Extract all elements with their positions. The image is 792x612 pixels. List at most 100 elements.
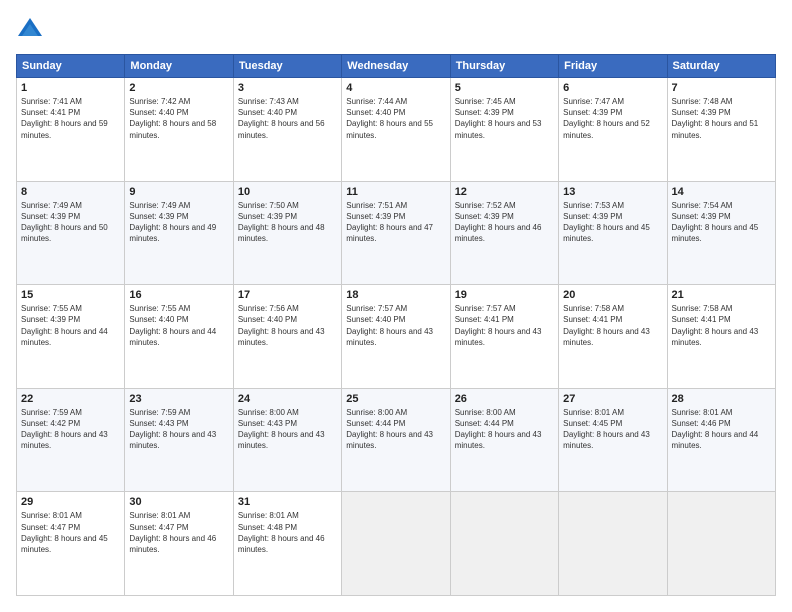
calendar-day-12: 12 Sunrise: 7:52 AMSunset: 4:39 PMDaylig… [450, 181, 558, 285]
calendar-week-2: 8 Sunrise: 7:49 AMSunset: 4:39 PMDayligh… [17, 181, 776, 285]
calendar-week-1: 1 Sunrise: 7:41 AMSunset: 4:41 PMDayligh… [17, 78, 776, 182]
empty-cell [342, 492, 450, 596]
day-number: 13 [563, 186, 662, 198]
day-info: Sunrise: 7:57 AMSunset: 4:41 PMDaylight:… [455, 304, 542, 347]
day-info: Sunrise: 7:48 AMSunset: 4:39 PMDaylight:… [672, 97, 759, 140]
calendar-week-5: 29 Sunrise: 8:01 AMSunset: 4:47 PMDaylig… [17, 492, 776, 596]
calendar-header-sunday: Sunday [17, 55, 125, 78]
calendar-day-10: 10 Sunrise: 7:50 AMSunset: 4:39 PMDaylig… [233, 181, 341, 285]
day-info: Sunrise: 7:54 AMSunset: 4:39 PMDaylight:… [672, 201, 759, 244]
empty-cell [559, 492, 667, 596]
calendar-day-25: 25 Sunrise: 8:00 AMSunset: 4:44 PMDaylig… [342, 388, 450, 492]
calendar-day-6: 6 Sunrise: 7:47 AMSunset: 4:39 PMDayligh… [559, 78, 667, 182]
day-info: Sunrise: 7:59 AMSunset: 4:42 PMDaylight:… [21, 408, 108, 451]
day-info: Sunrise: 8:01 AMSunset: 4:48 PMDaylight:… [238, 511, 325, 554]
day-info: Sunrise: 7:43 AMSunset: 4:40 PMDaylight:… [238, 97, 325, 140]
day-number: 24 [238, 393, 337, 405]
day-number: 3 [238, 82, 337, 94]
day-number: 22 [21, 393, 120, 405]
calendar-header-friday: Friday [559, 55, 667, 78]
day-number: 28 [672, 393, 771, 405]
day-number: 18 [346, 289, 445, 301]
calendar-day-3: 3 Sunrise: 7:43 AMSunset: 4:40 PMDayligh… [233, 78, 341, 182]
day-info: Sunrise: 7:56 AMSunset: 4:40 PMDaylight:… [238, 304, 325, 347]
day-number: 29 [21, 496, 120, 508]
day-number: 14 [672, 186, 771, 198]
day-number: 19 [455, 289, 554, 301]
calendar-day-16: 16 Sunrise: 7:55 AMSunset: 4:40 PMDaylig… [125, 285, 233, 389]
day-number: 27 [563, 393, 662, 405]
calendar-day-11: 11 Sunrise: 7:51 AMSunset: 4:39 PMDaylig… [342, 181, 450, 285]
day-info: Sunrise: 7:49 AMSunset: 4:39 PMDaylight:… [21, 201, 108, 244]
day-number: 17 [238, 289, 337, 301]
day-info: Sunrise: 7:59 AMSunset: 4:43 PMDaylight:… [129, 408, 216, 451]
day-info: Sunrise: 7:53 AMSunset: 4:39 PMDaylight:… [563, 201, 650, 244]
logo [16, 16, 48, 44]
calendar-header-wednesday: Wednesday [342, 55, 450, 78]
calendar-day-27: 27 Sunrise: 8:01 AMSunset: 4:45 PMDaylig… [559, 388, 667, 492]
day-number: 25 [346, 393, 445, 405]
calendar-day-28: 28 Sunrise: 8:01 AMSunset: 4:46 PMDaylig… [667, 388, 775, 492]
day-number: 7 [672, 82, 771, 94]
calendar-day-4: 4 Sunrise: 7:44 AMSunset: 4:40 PMDayligh… [342, 78, 450, 182]
calendar-day-14: 14 Sunrise: 7:54 AMSunset: 4:39 PMDaylig… [667, 181, 775, 285]
calendar-day-2: 2 Sunrise: 7:42 AMSunset: 4:40 PMDayligh… [125, 78, 233, 182]
day-info: Sunrise: 8:00 AMSunset: 4:44 PMDaylight:… [346, 408, 433, 451]
day-number: 6 [563, 82, 662, 94]
calendar-day-30: 30 Sunrise: 8:01 AMSunset: 4:47 PMDaylig… [125, 492, 233, 596]
calendar-day-21: 21 Sunrise: 7:58 AMSunset: 4:41 PMDaylig… [667, 285, 775, 389]
calendar-day-19: 19 Sunrise: 7:57 AMSunset: 4:41 PMDaylig… [450, 285, 558, 389]
calendar-day-31: 31 Sunrise: 8:01 AMSunset: 4:48 PMDaylig… [233, 492, 341, 596]
day-info: Sunrise: 7:44 AMSunset: 4:40 PMDaylight:… [346, 97, 433, 140]
calendar-header-tuesday: Tuesday [233, 55, 341, 78]
day-info: Sunrise: 7:47 AMSunset: 4:39 PMDaylight:… [563, 97, 650, 140]
day-info: Sunrise: 7:58 AMSunset: 4:41 PMDaylight:… [672, 304, 759, 347]
calendar-day-20: 20 Sunrise: 7:58 AMSunset: 4:41 PMDaylig… [559, 285, 667, 389]
day-number: 4 [346, 82, 445, 94]
empty-cell [667, 492, 775, 596]
day-number: 12 [455, 186, 554, 198]
calendar-header-thursday: Thursday [450, 55, 558, 78]
day-number: 2 [129, 82, 228, 94]
day-info: Sunrise: 8:01 AMSunset: 4:46 PMDaylight:… [672, 408, 759, 451]
calendar-day-23: 23 Sunrise: 7:59 AMSunset: 4:43 PMDaylig… [125, 388, 233, 492]
calendar-week-3: 15 Sunrise: 7:55 AMSunset: 4:39 PMDaylig… [17, 285, 776, 389]
day-number: 21 [672, 289, 771, 301]
calendar-day-13: 13 Sunrise: 7:53 AMSunset: 4:39 PMDaylig… [559, 181, 667, 285]
day-number: 1 [21, 82, 120, 94]
calendar-header-saturday: Saturday [667, 55, 775, 78]
day-number: 20 [563, 289, 662, 301]
header [16, 16, 776, 44]
calendar-day-8: 8 Sunrise: 7:49 AMSunset: 4:39 PMDayligh… [17, 181, 125, 285]
calendar-day-29: 29 Sunrise: 8:01 AMSunset: 4:47 PMDaylig… [17, 492, 125, 596]
day-info: Sunrise: 8:01 AMSunset: 4:45 PMDaylight:… [563, 408, 650, 451]
day-info: Sunrise: 8:01 AMSunset: 4:47 PMDaylight:… [129, 511, 216, 554]
calendar-day-18: 18 Sunrise: 7:57 AMSunset: 4:40 PMDaylig… [342, 285, 450, 389]
day-number: 8 [21, 186, 120, 198]
day-info: Sunrise: 7:51 AMSunset: 4:39 PMDaylight:… [346, 201, 433, 244]
day-number: 5 [455, 82, 554, 94]
day-number: 30 [129, 496, 228, 508]
calendar-header-monday: Monday [125, 55, 233, 78]
calendar-week-4: 22 Sunrise: 7:59 AMSunset: 4:42 PMDaylig… [17, 388, 776, 492]
calendar-day-17: 17 Sunrise: 7:56 AMSunset: 4:40 PMDaylig… [233, 285, 341, 389]
calendar-day-26: 26 Sunrise: 8:00 AMSunset: 4:44 PMDaylig… [450, 388, 558, 492]
day-number: 16 [129, 289, 228, 301]
calendar-table: SundayMondayTuesdayWednesdayThursdayFrid… [16, 54, 776, 596]
calendar-day-1: 1 Sunrise: 7:41 AMSunset: 4:41 PMDayligh… [17, 78, 125, 182]
day-number: 9 [129, 186, 228, 198]
day-info: Sunrise: 8:01 AMSunset: 4:47 PMDaylight:… [21, 511, 108, 554]
day-info: Sunrise: 7:41 AMSunset: 4:41 PMDaylight:… [21, 97, 108, 140]
day-info: Sunrise: 7:50 AMSunset: 4:39 PMDaylight:… [238, 201, 325, 244]
day-number: 31 [238, 496, 337, 508]
day-number: 26 [455, 393, 554, 405]
calendar-header-row: SundayMondayTuesdayWednesdayThursdayFrid… [17, 55, 776, 78]
calendar-day-5: 5 Sunrise: 7:45 AMSunset: 4:39 PMDayligh… [450, 78, 558, 182]
day-number: 11 [346, 186, 445, 198]
calendar-day-24: 24 Sunrise: 8:00 AMSunset: 4:43 PMDaylig… [233, 388, 341, 492]
logo-icon [16, 16, 44, 44]
calendar-day-7: 7 Sunrise: 7:48 AMSunset: 4:39 PMDayligh… [667, 78, 775, 182]
day-info: Sunrise: 7:57 AMSunset: 4:40 PMDaylight:… [346, 304, 433, 347]
day-info: Sunrise: 8:00 AMSunset: 4:43 PMDaylight:… [238, 408, 325, 451]
calendar-day-22: 22 Sunrise: 7:59 AMSunset: 4:42 PMDaylig… [17, 388, 125, 492]
